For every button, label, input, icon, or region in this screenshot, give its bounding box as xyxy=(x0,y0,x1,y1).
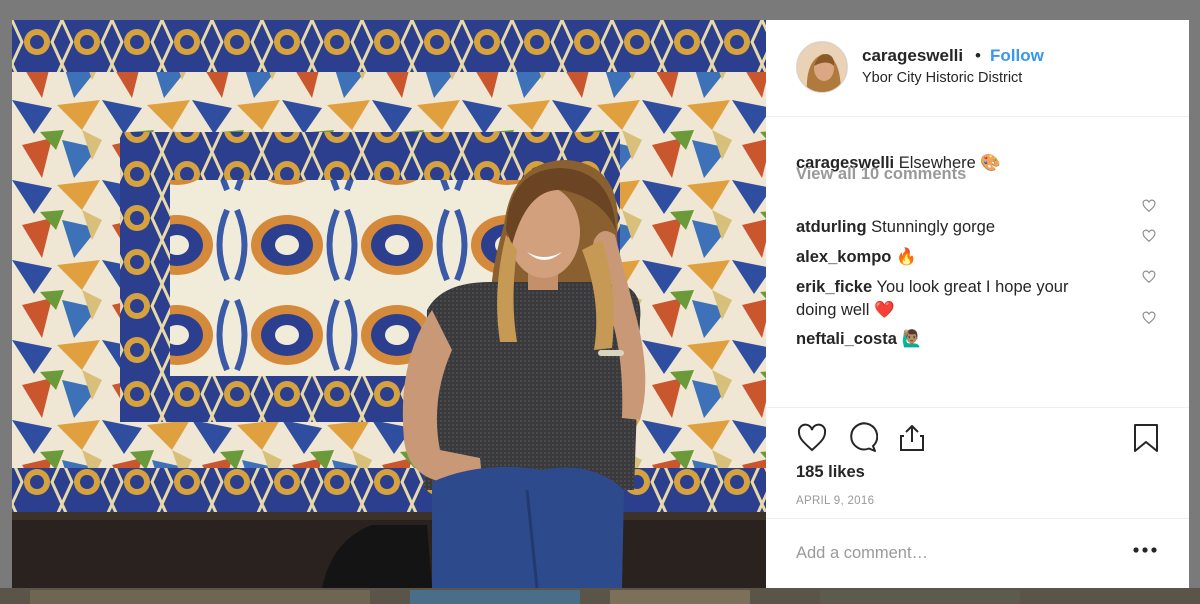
post-date[interactable]: APRIL 9, 2016 xyxy=(796,495,874,507)
comment-text-continued: doing well ❤️ xyxy=(796,301,895,319)
post-image xyxy=(12,20,766,588)
avatar[interactable] xyxy=(796,41,848,93)
heart-icon[interactable] xyxy=(796,422,828,454)
separator-dot: • xyxy=(975,46,981,65)
comment-item: atdurling Stunningly gorge xyxy=(796,216,995,239)
comment-username[interactable]: neftali_costa xyxy=(796,330,897,348)
comment-username[interactable]: atdurling xyxy=(796,218,867,236)
add-comment-bar xyxy=(766,518,1189,588)
comment-bubble-icon[interactable] xyxy=(846,422,878,454)
comment-item: neftali_costa 🙋🏽‍♂️ xyxy=(796,328,922,351)
comment-item: erik_ficke You look great I hope your do… xyxy=(796,276,1126,322)
comment-username[interactable]: erik_ficke xyxy=(796,278,872,296)
follow-button[interactable]: Follow xyxy=(990,46,1044,66)
comment-like-heart-icon[interactable] xyxy=(1142,270,1156,284)
comment-text: You look great I hope your xyxy=(876,278,1069,296)
actions-divider xyxy=(766,407,1189,417)
comment-username[interactable]: alex_kompo xyxy=(796,248,891,266)
share-icon[interactable] xyxy=(896,422,928,454)
add-comment-input[interactable] xyxy=(796,541,1116,565)
post-modal: carageswelli • Follow Ybor City Historic… xyxy=(12,20,1189,588)
comment-like-heart-icon[interactable] xyxy=(1142,229,1156,243)
location-link[interactable]: Ybor City Historic District xyxy=(862,70,1022,86)
bookmark-icon[interactable] xyxy=(1130,422,1162,454)
comment-like-heart-icon[interactable] xyxy=(1142,199,1156,213)
ellipsis-icon[interactable] xyxy=(1132,545,1158,555)
comment-item: alex_kompo 🔥 xyxy=(796,246,917,269)
post-photo[interactable] xyxy=(12,20,766,588)
comment-text: Stunningly gorge xyxy=(871,218,996,236)
post-header: carageswelli • Follow Ybor City Historic… xyxy=(766,20,1189,117)
comment-text: 🙋🏽‍♂️ xyxy=(901,330,923,348)
view-all-comments-link[interactable]: View all 10 comments xyxy=(796,165,966,184)
author-username[interactable]: carageswelli xyxy=(862,46,963,66)
post-details-panel: carageswelli • Follow Ybor City Historic… xyxy=(766,20,1189,588)
comment-text: 🔥 xyxy=(895,248,917,266)
comment-like-heart-icon[interactable] xyxy=(1142,311,1156,325)
likes-count[interactable]: 185 likes xyxy=(796,463,865,482)
backdrop-thumbnail-strip xyxy=(0,588,1200,604)
avatar-image xyxy=(797,42,847,92)
